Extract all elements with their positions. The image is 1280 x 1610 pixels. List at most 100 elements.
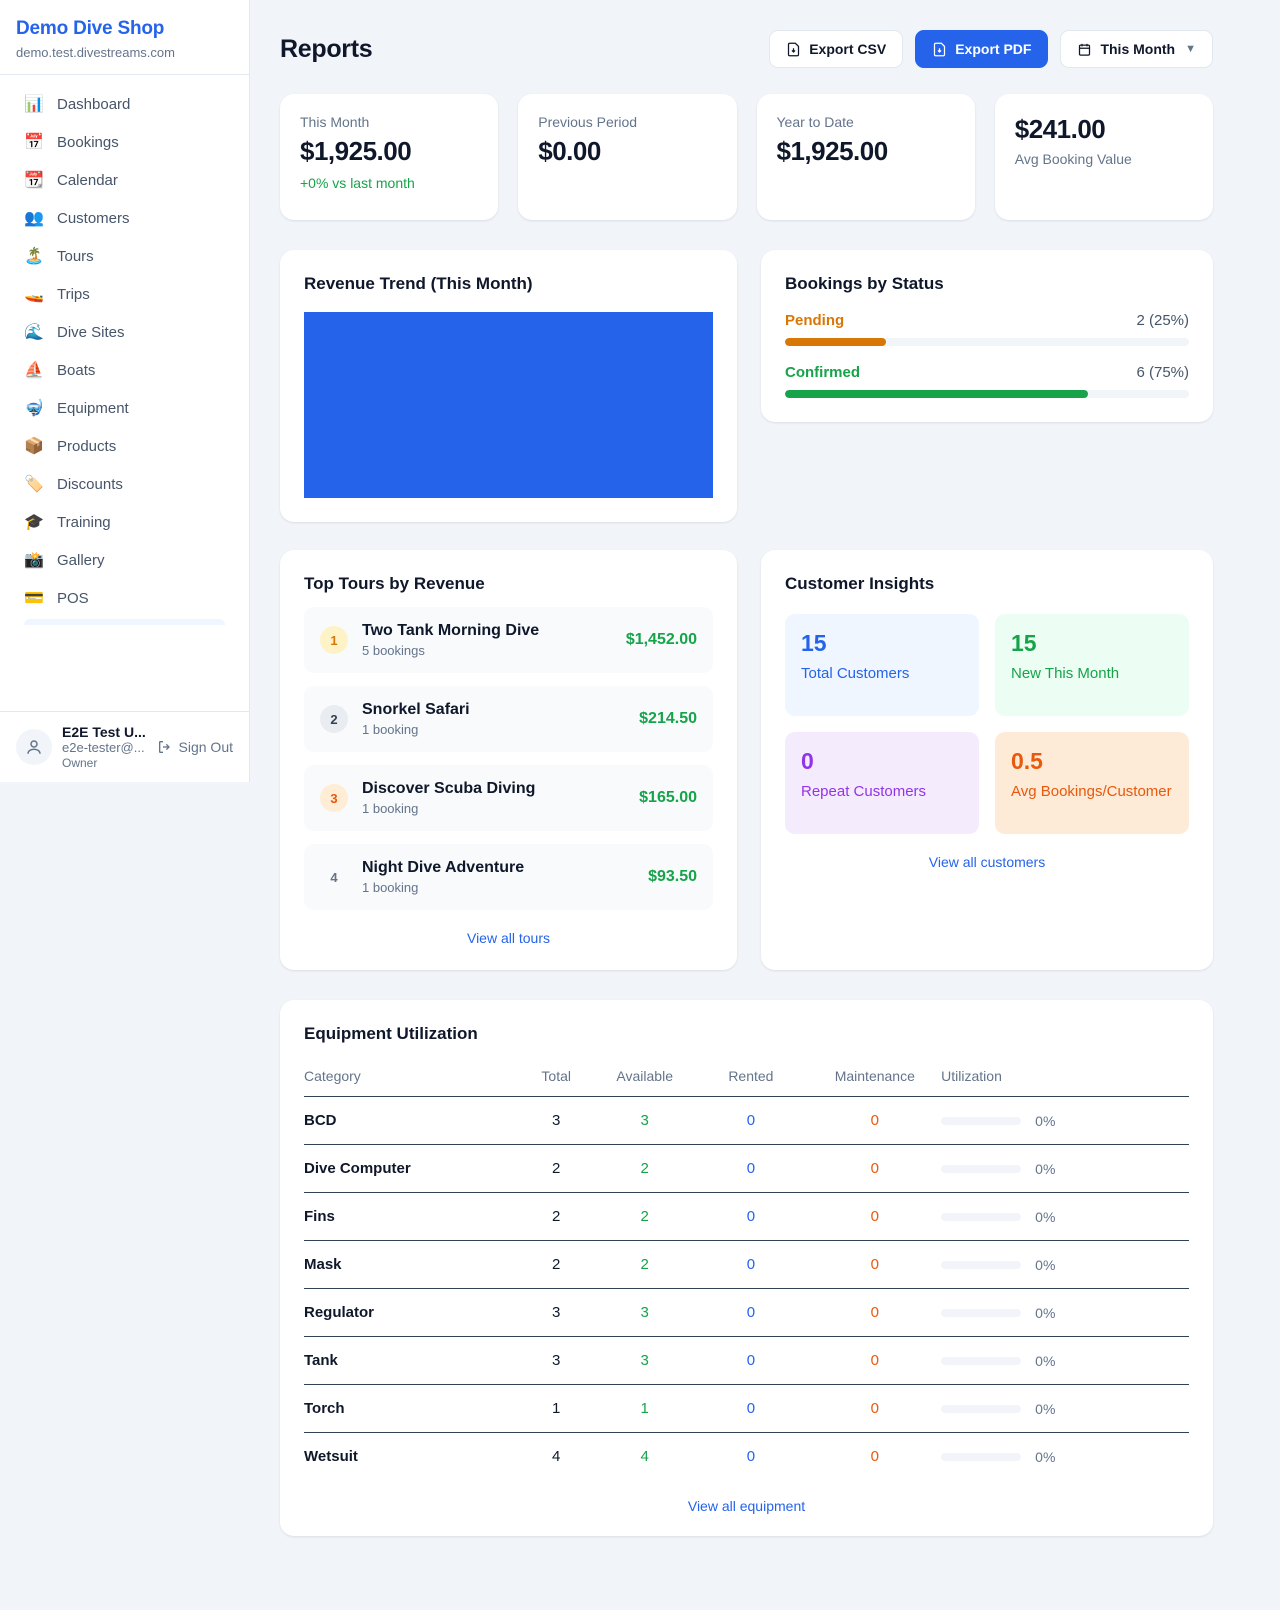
- tile-label: New This Month: [1011, 665, 1173, 682]
- view-all-customers-link[interactable]: View all customers: [785, 854, 1189, 870]
- equipment-maintenance: 0: [808, 1337, 941, 1385]
- equipment-maintenance: 0: [808, 1097, 941, 1145]
- export-csv-button[interactable]: Export CSV: [769, 30, 903, 68]
- brand: Demo Dive Shop demo.test.divestreams.com: [0, 0, 249, 75]
- equipment-category: Dive Computer: [304, 1145, 516, 1193]
- tile-avg-bookings: 0.5 Avg Bookings/Customer: [995, 732, 1189, 834]
- stat-value: $1,925.00: [300, 136, 478, 167]
- tour-bookings: 1 booking: [362, 880, 634, 895]
- rank-badge: 1: [320, 626, 348, 654]
- equipment-category: Wetsuit: [304, 1433, 516, 1481]
- tour-row: 3 Discover Scuba Diving1 booking $165.00: [304, 765, 713, 831]
- utilization-percent: 0%: [1035, 1353, 1055, 1369]
- equipment-available: 2: [596, 1193, 693, 1241]
- equipment-total: 2: [516, 1241, 596, 1289]
- tour-revenue: $1,452.00: [626, 631, 697, 649]
- stat-value: $1,925.00: [777, 136, 955, 167]
- equipment-maintenance: 0: [808, 1241, 941, 1289]
- stat-card-previous-period: Previous Period $0.00: [518, 94, 736, 220]
- view-all-tours-link[interactable]: View all tours: [304, 930, 713, 946]
- stat-label: This Month: [300, 114, 478, 130]
- tile-value: 15: [1011, 630, 1173, 657]
- table-row: BCD33000%: [304, 1097, 1189, 1145]
- calendar-outline-icon: [1077, 42, 1092, 57]
- status-row-confirmed: Confirmed 6 (75%): [785, 364, 1189, 398]
- tile-label: Repeat Customers: [801, 783, 963, 800]
- period-label: This Month: [1100, 41, 1175, 57]
- col-available: Available: [596, 1058, 693, 1097]
- equipment-available: 3: [596, 1289, 693, 1337]
- bar-chart-icon: 📊: [24, 94, 44, 114]
- tile-label: Avg Bookings/Customer: [1011, 783, 1173, 800]
- sidebar-item-equipment[interactable]: 🤿Equipment: [12, 389, 237, 427]
- tour-name: Discover Scuba Diving: [362, 780, 625, 798]
- period-select[interactable]: This Month ▼: [1060, 30, 1213, 68]
- tile-total-customers: 15 Total Customers: [785, 614, 979, 716]
- sidebar-item-discounts[interactable]: 🏷️Discounts: [12, 465, 237, 503]
- tour-revenue: $93.50: [648, 868, 697, 886]
- export-csv-label: Export CSV: [809, 41, 886, 57]
- utilization-percent: 0%: [1035, 1305, 1055, 1321]
- tour-bookings: 1 booking: [362, 801, 625, 816]
- equipment-total: 3: [516, 1337, 596, 1385]
- sidebar-item-tours[interactable]: 🏝️Tours: [12, 237, 237, 275]
- col-total: Total: [516, 1058, 596, 1097]
- person-icon: [25, 738, 43, 756]
- progress-fill: [785, 338, 886, 346]
- utilization-track: [941, 1405, 1021, 1413]
- equipment-utilization: 0%: [941, 1193, 1189, 1241]
- page-header: Reports Export CSV Export PDF This Month: [280, 30, 1213, 68]
- sign-out-button[interactable]: Sign Out: [157, 739, 233, 755]
- calendar-icon: 📅: [24, 132, 44, 152]
- sidebar-nav: 📊 Dashboard 📅Bookings 📆Calendar 👥Customer…: [0, 75, 249, 625]
- sidebar-item-dive-sites[interactable]: 🌊Dive Sites: [12, 313, 237, 351]
- equipment-maintenance: 0: [808, 1433, 941, 1481]
- sidebar-item-trips[interactable]: 🚤Trips: [12, 275, 237, 313]
- sidebar-user-footer: E2E Test U... e2e-tester@... Owner Sign …: [0, 711, 249, 782]
- file-download-icon: [932, 42, 947, 57]
- sidebar-item-training[interactable]: 🎓Training: [12, 503, 237, 541]
- sidebar-item-gallery[interactable]: 📸Gallery: [12, 541, 237, 579]
- sidebar-item-pos[interactable]: 💳POS: [12, 579, 237, 617]
- sidebar-item-customers[interactable]: 👥Customers: [12, 199, 237, 237]
- equipment-utilization: 0%: [941, 1433, 1189, 1481]
- sidebar-item-reports-partial[interactable]: [24, 619, 225, 625]
- equipment-rented: 0: [693, 1433, 808, 1481]
- sidebar-item-boats[interactable]: ⛵Boats: [12, 351, 237, 389]
- tour-name: Night Dive Adventure: [362, 859, 634, 877]
- utilization-track: [941, 1357, 1021, 1365]
- tear-off-calendar-icon: 📆: [24, 170, 44, 190]
- status-label: Confirmed: [785, 364, 860, 381]
- export-pdf-button[interactable]: Export PDF: [915, 30, 1048, 68]
- table-row: Dive Computer22000%: [304, 1145, 1189, 1193]
- stat-value: $0.00: [538, 136, 716, 167]
- equipment-category: Fins: [304, 1193, 516, 1241]
- equipment-total: 3: [516, 1289, 596, 1337]
- sidebar-item-label: Trips: [57, 286, 90, 303]
- rank-badge: 4: [320, 863, 348, 891]
- sidebar-item-bookings[interactable]: 📅Bookings: [12, 123, 237, 161]
- progress-track: [785, 338, 1189, 346]
- main-content: Reports Export CSV Export PDF This Month: [250, 0, 1280, 1536]
- tile-new-this-month: 15 New This Month: [995, 614, 1189, 716]
- sidebar-item-dashboard[interactable]: 📊 Dashboard: [12, 85, 237, 123]
- table-row: Tank33000%: [304, 1337, 1189, 1385]
- sidebar-item-label: Equipment: [57, 400, 129, 417]
- tour-bookings: 1 booking: [362, 722, 625, 737]
- status-row-pending: Pending 2 (25%): [785, 312, 1189, 346]
- sidebar-item-label: Dashboard: [57, 96, 130, 113]
- sidebar-item-products[interactable]: 📦Products: [12, 427, 237, 465]
- equipment-maintenance: 0: [808, 1289, 941, 1337]
- view-all-equipment-link[interactable]: View all equipment: [304, 1498, 1189, 1514]
- insight-tiles: 15 Total Customers 15 New This Month 0 R…: [785, 614, 1189, 834]
- sidebar-item-label: Tours: [57, 248, 94, 265]
- equipment-utilization: 0%: [941, 1097, 1189, 1145]
- utilization-percent: 0%: [1035, 1113, 1055, 1129]
- utilization-percent: 0%: [1035, 1209, 1055, 1225]
- header-actions: Export CSV Export PDF This Month ▼: [769, 30, 1213, 68]
- sign-out-label: Sign Out: [179, 739, 233, 755]
- table-header-row: Category Total Available Rented Maintena…: [304, 1058, 1189, 1097]
- sidebar-item-label: Discounts: [57, 476, 123, 493]
- sidebar-item-calendar[interactable]: 📆Calendar: [12, 161, 237, 199]
- sidebar-item-label: Dive Sites: [57, 324, 125, 341]
